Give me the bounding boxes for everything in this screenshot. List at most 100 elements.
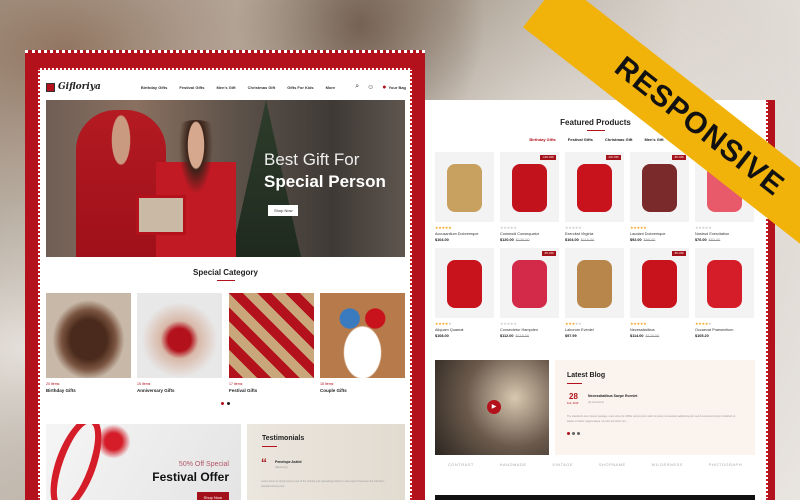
category-name[interactable]: Birthday Gifts <box>46 388 131 393</box>
tab-mens-gift[interactable]: Men's Gift <box>644 137 663 142</box>
footer-bar <box>435 495 755 500</box>
category-image <box>137 293 222 378</box>
product-name[interactable]: Laborum Eveniet <box>565 328 624 332</box>
category-name[interactable]: Festival Gifts <box>229 388 314 393</box>
product-card[interactable]: ★★★★★ Aliquam Quaerat $108.00 <box>435 248 494 338</box>
product-card[interactable]: ★★★★★ Accusantium Doloremque $104.00 <box>435 152 494 242</box>
discount-badge: -11% OFF <box>605 155 621 160</box>
hero-gift-image <box>136 195 186 235</box>
old-price: $116.00 <box>580 238 595 242</box>
title-underline <box>567 383 582 384</box>
category-card[interactable]: 18 Items Couple Gifts <box>320 293 405 393</box>
title-underline <box>216 280 235 281</box>
category-pager <box>221 402 230 405</box>
nav-mens-gift[interactable]: Men's Gift <box>216 85 235 90</box>
product-card[interactable]: -6% OFF ★★★★★ Laudant Doloremque $92.00 $… <box>630 152 689 242</box>
product-image[interactable] <box>435 248 494 318</box>
old-price: $82.00 <box>708 238 721 242</box>
pager-dot[interactable] <box>567 432 570 435</box>
product-image[interactable]: -6% OFF <box>630 152 689 222</box>
nav-more[interactable]: More <box>326 85 336 90</box>
category-image <box>46 293 131 378</box>
product-photo <box>447 164 482 212</box>
product-name[interactable]: Aliquam Quaerat <box>435 328 494 332</box>
festival-shop-now-button[interactable]: Shop Now <box>196 492 229 500</box>
brand-logo: WILDERNESS <box>651 462 683 467</box>
product-image[interactable] <box>695 248 754 318</box>
product-photo <box>642 260 677 308</box>
brand-logo: SHOPNAME <box>598 462 626 467</box>
nav-birthday-gifts[interactable]: Birthday Gifts <box>141 85 167 90</box>
product-card[interactable]: -12% OFF ★★★★★ Commodi Consequatur $120.… <box>500 152 559 242</box>
product-card[interactable]: -5% OFF ★★★★★ Consectetur Hampden $112.0… <box>500 248 559 338</box>
festival-subtitle: 50% Off Special <box>178 461 229 468</box>
product-photo <box>512 260 547 308</box>
title-underline <box>586 130 605 131</box>
category-image <box>229 293 314 378</box>
rating-stars: ★★★★★ <box>435 225 452 230</box>
product-card[interactable]: -11% OFF ★★★★★ Exercitat Virginia $104.0… <box>565 152 624 242</box>
main-nav: Birthday Gifts Festival Gifts Men's Gift… <box>141 85 335 90</box>
pager-dot[interactable] <box>227 402 230 405</box>
category-count: 15 Items <box>137 382 151 386</box>
hero-shop-now-button[interactable]: Shop Now <box>268 205 299 216</box>
product-image[interactable]: -5% OFF <box>500 248 559 318</box>
product-image[interactable]: -12% OFF <box>500 152 559 222</box>
tab-festival-gifts[interactable]: Festival Gifts <box>568 137 593 142</box>
pager-dot[interactable] <box>577 432 580 435</box>
rating-stars: ★★★★★ <box>500 225 517 230</box>
nav-festival-gifts[interactable]: Festival Gifts <box>179 85 204 90</box>
user-icon[interactable]: ☺ <box>367 84 374 91</box>
product-price: $120.00 $136.00 <box>500 238 559 242</box>
logo[interactable]: Gifloriya <box>46 82 101 92</box>
product-card[interactable]: ★★★★★ Laborum Eveniet $97.99 <box>565 248 624 338</box>
product-image[interactable] <box>435 152 494 222</box>
category-name[interactable]: Anniversary Gifts <box>137 388 222 393</box>
current-price: $120.00 <box>500 238 514 242</box>
nav-christmas-gift[interactable]: Christmas Gift <box>248 85 276 90</box>
blog-pager <box>567 432 580 435</box>
product-name[interactable]: Consectetur Hampden <box>500 328 559 332</box>
title-underline <box>262 446 277 447</box>
product-card[interactable]: ★★★★★ Occaecat Praesentium $105.20 <box>695 248 754 338</box>
play-icon[interactable]: ▶ <box>487 400 501 414</box>
product-name[interactable]: Commodi Consequatur <box>500 232 559 236</box>
search-icon[interactable]: ⌕ <box>355 83 359 91</box>
product-name[interactable]: Laudant Doloremque <box>630 232 689 236</box>
tab-christmas-gift[interactable]: Christmas Gift <box>605 137 633 142</box>
product-name[interactable]: Necessitatibus <box>630 328 689 332</box>
cart-label[interactable]: Your Bag <box>389 85 406 90</box>
nav-gifts-for-kids[interactable]: Gifts For Kids <box>287 85 313 90</box>
current-price: $114.00 <box>630 334 644 338</box>
product-price: $92.00 $98.00 <box>630 238 689 242</box>
category-card[interactable]: 20 Items Birthday Gifts <box>46 293 131 393</box>
product-image[interactable]: -11% OFF <box>565 152 624 222</box>
old-price: $98.00 <box>643 238 656 242</box>
category-name[interactable]: Couple Gifts <box>320 388 405 393</box>
hero-woman-image <box>156 120 236 257</box>
product-card[interactable]: -5% OFF ★★★★★ Necessitatibus $114.00 $120… <box>630 248 689 338</box>
rating-stars: ★★★★★ <box>630 225 647 230</box>
product-image[interactable]: -5% OFF <box>630 248 689 318</box>
special-category-heading: Special Category <box>46 268 405 281</box>
tab-birthday-gifts[interactable]: Birthday Gifts <box>529 137 555 142</box>
product-photo <box>642 164 677 212</box>
blog-post-title[interactable]: Necessitatibus Saepe Eveniet <box>588 394 637 398</box>
product-image[interactable] <box>565 248 624 318</box>
festival-offer-banner: 50% Off Special Festival Offer Shop Now <box>46 424 241 500</box>
bag-icon[interactable]: ● <box>382 84 386 91</box>
product-name[interactable]: Occaecat Praesentium <box>695 328 754 332</box>
pager-dot[interactable] <box>572 432 575 435</box>
category-card[interactable]: 15 Items Anniversary Gifts <box>137 293 222 393</box>
product-name[interactable]: Exercitat Virginia <box>565 232 624 236</box>
hero-banner: Best Gift For Special Person Shop Now <box>46 100 405 257</box>
pager-dot[interactable] <box>221 402 224 405</box>
product-name[interactable]: Accusantium Doloremque <box>435 232 494 236</box>
blog-meta: (0) Comments <box>588 401 604 404</box>
brand-logo: VINTAGE <box>552 462 574 467</box>
rating-stars: ★★★★★ <box>695 321 712 326</box>
product-name[interactable]: Nostrud Exercitation <box>695 232 754 236</box>
discount-badge: -12% OFF <box>540 155 556 160</box>
current-price: $97.99 <box>565 334 577 338</box>
category-card[interactable]: 17 Items Festival Gifts <box>229 293 314 393</box>
